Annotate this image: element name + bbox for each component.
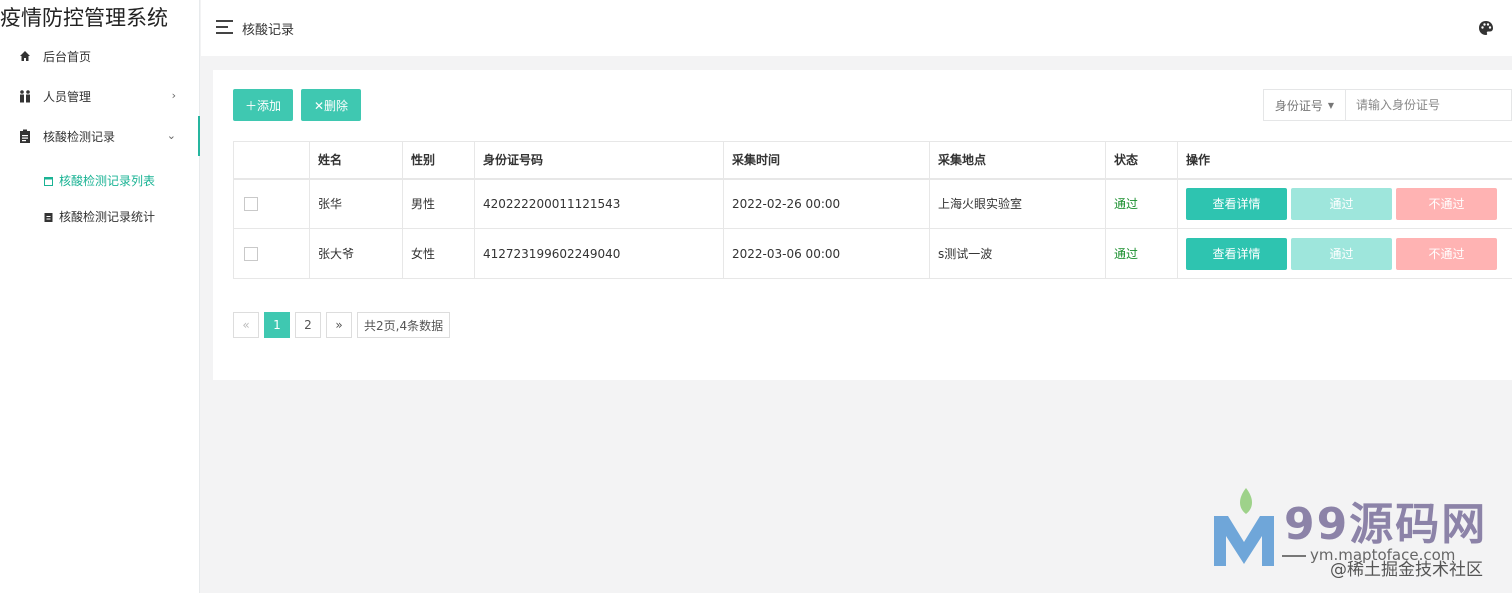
records-table: 姓名 性别 身份证号码 采集时间 采集地点 状态 操作 张华 男性 420222… xyxy=(233,141,1512,279)
cell-id-number: 412723199602249040 xyxy=(474,228,724,279)
chevron-right-icon: › xyxy=(171,89,176,102)
row-select-cell xyxy=(233,178,310,229)
cell-place: s测试一波 xyxy=(929,228,1106,279)
sidebar-item-nucleic-records[interactable]: 核酸检测记录 ⌄ xyxy=(0,116,200,156)
sidebar-item-label: 后台首页 xyxy=(43,49,92,64)
sidebar-submenu: 核酸检测记录列表 核酸检测记录统计 xyxy=(0,156,200,234)
cell-place: 上海火眼实验室 xyxy=(929,178,1106,229)
pass-button[interactable]: 通过 xyxy=(1291,237,1392,270)
watermark-footer: @稀土掘金技术社区 xyxy=(1330,560,1483,580)
cell-name: 张大爷 xyxy=(309,228,403,279)
chevron-down-icon: ⌄ xyxy=(166,129,176,142)
cell-status: 通过 xyxy=(1105,228,1178,279)
pagination: « 1 2 » 共2页,4条数据 xyxy=(233,312,455,338)
view-details-button[interactable]: 查看详情 xyxy=(1186,237,1287,270)
table-header-row: 姓名 性别 身份证号码 采集时间 采集地点 状态 操作 xyxy=(233,141,1512,180)
top-bar: 核酸记录 xyxy=(201,0,1512,56)
header-name: 姓名 xyxy=(309,141,403,180)
cell-gender: 女性 xyxy=(402,228,475,279)
sidebar-item-label: 核酸检测记录 xyxy=(43,129,116,144)
cell-actions: 查看详情 通过 不通过 xyxy=(1177,178,1512,229)
sidebar-subitem-label: 核酸检测记录列表 xyxy=(59,173,156,188)
pagination-page-1[interactable]: 1 xyxy=(264,312,290,338)
clipboard-icon xyxy=(18,129,32,143)
watermark: 99源码网 ym.maptoface.com @稀土掘金技术社区 xyxy=(1212,486,1502,581)
header-id-number: 身份证号码 xyxy=(474,141,724,180)
app-title: 疫情防控管理系统 xyxy=(0,6,168,30)
cell-actions: 查看详情 通过 不通过 xyxy=(1177,228,1512,279)
watermark-logo-icon xyxy=(1214,488,1274,566)
calendar-icon xyxy=(44,175,53,186)
sidebar-menu: 后台首页 人员管理 › 核酸检测记录 ⌄ 核酸检测记录列表 核酸检测记录统计 xyxy=(0,36,200,234)
header-collect-time: 采集时间 xyxy=(723,141,930,180)
header-select xyxy=(233,141,310,180)
watermark-title: 99源码网 xyxy=(1284,499,1488,550)
pagination-prev[interactable]: « xyxy=(233,312,259,338)
watermark-divider xyxy=(1282,555,1306,557)
cell-name: 张华 xyxy=(309,178,403,229)
fail-button[interactable]: 不通过 xyxy=(1396,187,1497,220)
search-input[interactable] xyxy=(1346,90,1511,120)
home-icon xyxy=(18,49,32,63)
search-type-label: 身份证号 xyxy=(1274,98,1323,113)
view-details-button[interactable]: 查看详情 xyxy=(1186,187,1287,220)
row-checkbox[interactable] xyxy=(244,246,258,261)
cell-time: 2022-02-26 00:00 xyxy=(723,178,930,229)
sidebar-item-home[interactable]: 后台首页 xyxy=(0,36,200,76)
caret-down-icon: ▼ xyxy=(1327,100,1335,110)
sidebar: 疫情防控管理系统 后台首页 人员管理 › 核酸检测记录 ⌄ 核酸检测记录列表 核… xyxy=(0,0,200,593)
add-button[interactable]: ＋添加 xyxy=(233,89,293,121)
sidebar-subitem-record-list[interactable]: 核酸检测记录列表 xyxy=(0,162,200,198)
pagination-next[interactable]: » xyxy=(326,312,352,338)
pagination-info: 共2页,4条数据 xyxy=(357,312,451,338)
header-actions: 操作 xyxy=(1177,141,1512,180)
delete-button[interactable]: ✕删除 xyxy=(301,89,361,121)
fail-button[interactable]: 不通过 xyxy=(1396,237,1497,270)
people-icon xyxy=(18,89,32,103)
clipboard-small-icon xyxy=(44,211,53,222)
row-checkbox[interactable] xyxy=(244,197,258,211)
search-bar: 身份证号 ▼ xyxy=(1263,89,1512,121)
table-row: 张大爷 女性 412723199602249040 2022-03-06 00:… xyxy=(233,228,1512,279)
search-type-dropdown[interactable]: 身份证号 ▼ xyxy=(1264,90,1346,120)
breadcrumb: 核酸记录 xyxy=(242,23,295,38)
cell-time: 2022-03-06 00:00 xyxy=(723,228,930,279)
records-panel: ＋添加 ✕删除 身份证号 ▼ 姓名 性别 身份证号码 采集时间 采集地点 状态 … xyxy=(213,70,1512,380)
sidebar-subitem-record-stats[interactable]: 核酸检测记录统计 xyxy=(0,198,200,234)
cell-status: 通过 xyxy=(1105,178,1178,229)
table-row: 张华 男性 420222200011121543 2022-02-26 00:0… xyxy=(233,178,1512,229)
palette-icon[interactable] xyxy=(1478,20,1494,36)
sidebar-item-label: 人员管理 xyxy=(43,89,92,104)
sidebar-item-people[interactable]: 人员管理 › xyxy=(0,76,200,116)
header-collect-place: 采集地点 xyxy=(929,141,1106,180)
header-gender: 性别 xyxy=(402,141,475,180)
header-status: 状态 xyxy=(1105,141,1178,180)
hamburger-icon[interactable] xyxy=(216,20,233,34)
pass-button[interactable]: 通过 xyxy=(1291,187,1392,220)
sidebar-subitem-label: 核酸检测记录统计 xyxy=(59,209,156,224)
pagination-page-2[interactable]: 2 xyxy=(295,312,321,338)
row-select-cell xyxy=(233,228,310,279)
cell-gender: 男性 xyxy=(402,178,475,229)
cell-id-number: 420222200011121543 xyxy=(474,178,724,229)
